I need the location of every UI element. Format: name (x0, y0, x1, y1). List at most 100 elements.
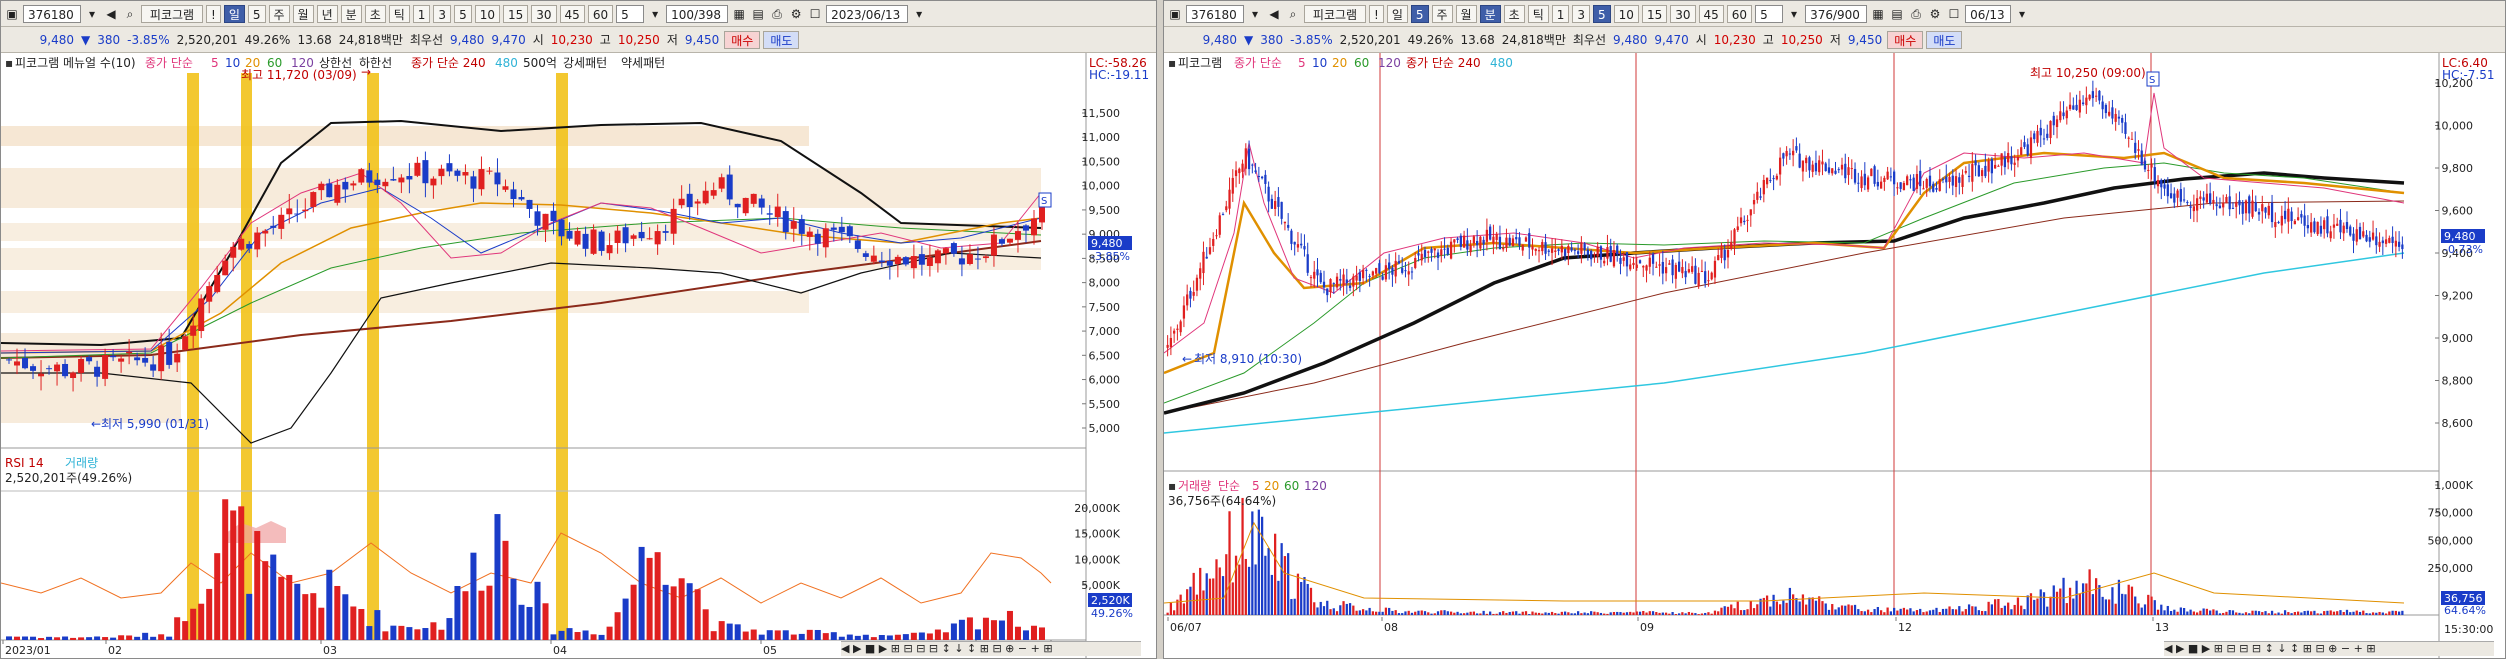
left-code-input[interactable]: 376180 (23, 4, 81, 23)
dropdown-icon[interactable]: ▾ (1247, 5, 1263, 23)
right-period-week[interactable]: 주 (1431, 4, 1453, 23)
left-count-input[interactable]: 5 (616, 4, 645, 23)
speaker-icon[interactable]: ◀ (1266, 5, 1282, 23)
right-date-input[interactable]: 06/13 (1965, 4, 2012, 23)
right-interval-3[interactable]: 3 (1572, 4, 1591, 23)
left-interval-10[interactable]: 10 (474, 4, 500, 23)
left-period-tick[interactable]: 틱 (388, 4, 410, 23)
checkbox-icon[interactable]: ☐ (1946, 5, 1962, 23)
lock-icon[interactable]: ▤ (1889, 5, 1905, 23)
print-icon[interactable]: ⎙ (769, 5, 785, 23)
right-interval-15[interactable]: 15 (1641, 4, 1668, 23)
left-period-year[interactable]: 년 (316, 4, 338, 23)
left-buy-button[interactable]: 매수 (724, 30, 761, 49)
right-period-minute[interactable]: 분 (1479, 4, 1501, 23)
candle-body (254, 232, 261, 250)
dropdown-icon[interactable]: ▾ (1786, 5, 1802, 23)
right-scrollbar[interactable]: ◀ ▶ ■ ▶ ⊞ ⊟ ⊟ ⊟ ↕ ↓ ↕ ⊞ ⊟ ⊕ − + ⊞ (2164, 641, 2494, 656)
left-date-input[interactable]: 2023/06/13 (826, 4, 909, 23)
search-icon[interactable]: ⌕ (122, 5, 138, 23)
right-period-day[interactable]: 일 (1386, 4, 1408, 23)
right-sell-button[interactable]: 매도 (1926, 30, 1963, 49)
volume-bar (2397, 611, 2401, 615)
x-tick-label: 02 (108, 644, 122, 657)
volume-bar (1808, 597, 1811, 615)
right-period-month[interactable]: 월 (1455, 4, 1477, 23)
right-period-tick[interactable]: 틱 (1527, 4, 1549, 23)
right-interval-45[interactable]: 45 (1698, 4, 1724, 23)
left-interval-60[interactable]: 60 (587, 4, 614, 23)
chart-window-icon[interactable]: ▣ (1167, 5, 1183, 23)
left-scrollbar[interactable]: ◀ ▶ ■ ▶ ⊞ ⊟ ⊟ ⊟ ↕ ↓ ↕ ⊞ ⊟ ⊕ − + ⊞ (841, 641, 1141, 656)
right-count-input[interactable]: 5 (1755, 4, 1784, 23)
gear-icon[interactable]: ⚙ (788, 5, 804, 23)
zoom-out-icon[interactable]: − + ⊞ (1018, 642, 1053, 655)
candle-body (1267, 186, 1270, 202)
zoom-in-icon[interactable]: ⊞ ⊟ ⊟ ⊟ ↕ ↓ ↕ ⊞ ⊟ ⊕ (2214, 642, 2338, 655)
left-chart[interactable]: ▪ 피코그램 메뉴얼 수(10) 종가 단순 5 10 20 60 120 상한… (1, 53, 1156, 659)
right-buy-button[interactable]: 매수 (1887, 30, 1924, 49)
dropdown-icon[interactable]: ▾ (647, 5, 663, 23)
right-interval-30[interactable]: 30 (1670, 4, 1696, 23)
right-hc-label: HC:-7.51 (2442, 68, 2495, 82)
left-interval-3[interactable]: 3 (433, 4, 452, 23)
right-interval-10[interactable]: 10 (1613, 4, 1639, 23)
candle-body (1182, 305, 1186, 319)
zoom-out-icon[interactable]: − + ⊞ (2341, 642, 2376, 655)
search-icon[interactable]: ⌕ (1285, 5, 1301, 23)
candle-body (1658, 264, 1661, 266)
left-interval-5[interactable]: 5 (454, 4, 472, 23)
alert-button[interactable]: ! (1369, 4, 1384, 23)
left-interval-15[interactable]: 15 (502, 4, 529, 23)
right-code-input[interactable]: 376180 (1186, 4, 1244, 23)
checkbox-icon[interactable]: ☐ (807, 5, 823, 23)
chart-window-icon[interactable]: ▣ (4, 5, 20, 23)
right-price-pct: -0.73% (2444, 243, 2483, 256)
left-period-week[interactable]: 주 (268, 4, 290, 23)
gear-icon[interactable]: ⚙ (1927, 5, 1943, 23)
right-low: 9,450 (1847, 32, 1883, 47)
print-icon[interactable]: ⎙ (1908, 5, 1924, 23)
candle-body (1410, 271, 1414, 273)
candle-body (2365, 234, 2368, 242)
candle-body (2075, 104, 2078, 110)
left-sell-button[interactable]: 매도 (763, 30, 800, 49)
lock-icon[interactable]: ▤ (750, 5, 766, 23)
left-interval-45[interactable]: 45 (559, 4, 585, 23)
calendar-icon[interactable]: ▾ (2014, 5, 2030, 23)
speaker-icon[interactable]: ◀ (103, 5, 119, 23)
grid-icon[interactable]: ▦ (731, 5, 747, 23)
right-interval-5[interactable]: 5 (1593, 4, 1611, 23)
volume-bar (2065, 603, 2068, 615)
volume-bar (2023, 609, 2026, 615)
dropdown-icon[interactable]: ▾ (84, 5, 100, 23)
right-program-name[interactable]: 피코그램 (1304, 4, 1366, 23)
volume-bar (1482, 610, 1485, 615)
calendar-icon[interactable]: ▾ (911, 5, 927, 23)
scroll-left-icon[interactable]: ◀ ▶ ■ ▶ (2164, 642, 2210, 655)
right-interval-60[interactable]: 60 (1726, 4, 1753, 23)
left-period-month[interactable]: 월 (292, 4, 314, 23)
candle-body (1893, 171, 1896, 185)
svg-text:▪: ▪ (1168, 479, 1176, 493)
left-range-input[interactable]: 100/398 (666, 4, 729, 23)
left-interval-30[interactable]: 30 (531, 4, 557, 23)
left-period-second[interactable]: 초 (364, 4, 386, 23)
left-period-minute[interactable]: 분 (340, 4, 362, 23)
grid-icon[interactable]: ▦ (1870, 5, 1886, 23)
left-program-name[interactable]: 피코그램 (141, 4, 203, 23)
right-period-second[interactable]: 초 (1503, 4, 1525, 23)
zoom-in-icon[interactable]: ⊞ ⊟ ⊟ ⊟ ↕ ↓ ↕ ⊞ ⊟ ⊕ (891, 642, 1015, 655)
alert-button[interactable]: ! (206, 4, 221, 23)
left-interval-1[interactable]: 1 (412, 4, 431, 23)
left-period-day[interactable]: 일 (223, 4, 245, 23)
right-range-input[interactable]: 376/900 (1805, 4, 1868, 23)
right-period-5[interactable]: 5 (1410, 4, 1429, 23)
volume-bar (2264, 611, 2267, 615)
right-chart[interactable]: ▪ 피코그램 종가 단순 5 10 20 60 120 종가 단순 240 48… (1164, 53, 2505, 659)
right-interval-1[interactable]: 1 (1551, 4, 1570, 23)
volume-bar (1948, 606, 1951, 615)
scroll-left-icon[interactable]: ◀ ▶ ■ ▶ (841, 642, 887, 655)
left-period-5[interactable]: 5 (247, 4, 266, 23)
left-open-label: 시 (532, 33, 544, 47)
